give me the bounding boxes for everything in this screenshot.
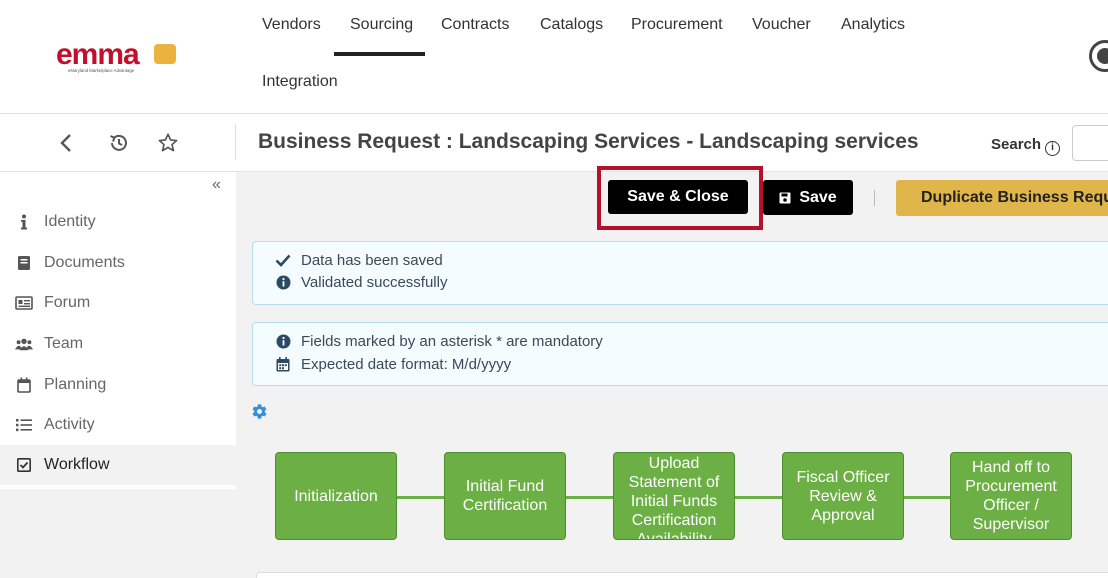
checkbox-icon bbox=[15, 456, 33, 474]
sidebar-item-workflow[interactable]: Workflow bbox=[0, 445, 236, 485]
alert-line: Expected date format: M/d/yyyy bbox=[275, 356, 511, 373]
gear-icon[interactable] bbox=[251, 403, 268, 420]
save-button-label: Save bbox=[799, 188, 837, 206]
workflow-step-initialization[interactable]: Initialization bbox=[275, 452, 397, 540]
sidebar-item-label: Planning bbox=[44, 376, 107, 393]
sidebar-item-label: Identity bbox=[44, 213, 96, 230]
sidebar-item-identity[interactable]: Identity bbox=[0, 202, 236, 242]
back-icon[interactable] bbox=[53, 130, 79, 156]
sidebar-item-forum[interactable]: Forum bbox=[0, 283, 236, 323]
svg-text:eMaryland Marketplace Advantag: eMaryland Marketplace Advantage bbox=[68, 68, 135, 73]
sidebar-item-label: Activity bbox=[44, 416, 95, 433]
book-icon bbox=[15, 254, 33, 272]
sidebar-item-team[interactable]: Team bbox=[0, 324, 236, 364]
accessibility-icon[interactable] bbox=[1089, 40, 1108, 72]
list-icon bbox=[15, 416, 33, 434]
title-bar: Business Request : Landscaping Services … bbox=[0, 114, 1108, 172]
sidebar-item-documents[interactable]: Documents bbox=[0, 243, 236, 283]
save-close-button[interactable]: Save & Close bbox=[608, 180, 748, 214]
title-divider bbox=[235, 124, 236, 160]
alert-line: Fields marked by an asterisk * are manda… bbox=[275, 333, 603, 350]
duplicate-business-request-button[interactable]: Duplicate Business Request bbox=[896, 180, 1108, 216]
search-label: Search i bbox=[991, 136, 1061, 156]
button-separator bbox=[874, 190, 875, 206]
star-icon[interactable] bbox=[155, 130, 181, 156]
sidebar-item-label: Workflow bbox=[44, 456, 110, 473]
page-title: Business Request : Landscaping Services … bbox=[258, 130, 919, 153]
top-header: emma eMaryland Marketplace Advantage Ven… bbox=[0, 0, 1108, 114]
svg-text:emma: emma bbox=[56, 38, 140, 71]
nav-sourcing[interactable]: Sourcing bbox=[350, 16, 413, 34]
bottom-panel bbox=[256, 572, 1108, 578]
workflow-step-upload-statement[interactable]: Upload Statement of Initial Funds Certif… bbox=[613, 452, 735, 540]
workflow-step-fiscal-officer-review[interactable]: Fiscal Officer Review & Approval bbox=[782, 452, 904, 540]
emma-logo[interactable]: emma eMaryland Marketplace Advantage bbox=[56, 38, 178, 74]
nav-catalogs[interactable]: Catalogs bbox=[540, 16, 603, 34]
sidebar: « Identity Documents Forum Team Planning bbox=[0, 172, 236, 489]
nav-integration[interactable]: Integration bbox=[262, 73, 338, 91]
check-icon bbox=[275, 253, 291, 269]
info-circle-icon bbox=[275, 275, 291, 291]
nav-active-indicator bbox=[334, 52, 425, 56]
sidebar-item-planning[interactable]: Planning bbox=[0, 365, 236, 405]
collapse-sidebar-icon[interactable]: « bbox=[212, 176, 221, 194]
save-button[interactable]: Save bbox=[763, 180, 853, 215]
sidebar-item-label: Forum bbox=[44, 294, 91, 311]
alert-line: Data has been saved bbox=[275, 252, 443, 269]
forum-icon bbox=[15, 294, 33, 312]
nav-procurement[interactable]: Procurement bbox=[631, 16, 723, 34]
workflow-step-hand-off[interactable]: Hand off to Procurement Officer / Superv… bbox=[950, 452, 1072, 540]
search-input[interactable] bbox=[1072, 125, 1108, 161]
save-status-alert: Data has been saved Validated successful… bbox=[252, 241, 1108, 305]
nav-contracts[interactable]: Contracts bbox=[441, 16, 509, 34]
calendar-icon bbox=[275, 357, 291, 373]
sidebar-item-label: Documents bbox=[44, 254, 125, 271]
sidebar-item-label: Team bbox=[44, 335, 84, 352]
sidebar-item-activity[interactable]: Activity bbox=[0, 405, 236, 445]
history-icon[interactable] bbox=[106, 130, 132, 156]
team-icon bbox=[15, 335, 33, 353]
info-alert: Fields marked by an asterisk * are manda… bbox=[252, 322, 1108, 386]
nav-analytics[interactable]: Analytics bbox=[841, 16, 905, 34]
alert-line: Validated successfully bbox=[275, 274, 447, 291]
nav-vendors[interactable]: Vendors bbox=[262, 16, 321, 34]
search-info-icon[interactable]: i bbox=[1045, 141, 1061, 156]
floppy-disk-icon bbox=[779, 192, 791, 204]
info-icon bbox=[15, 213, 33, 231]
workflow-step-initial-fund-certification[interactable]: Initial Fund Certification bbox=[444, 452, 566, 540]
calendar-icon bbox=[15, 376, 33, 394]
nav-voucher[interactable]: Voucher bbox=[752, 16, 811, 34]
info-circle-icon bbox=[275, 334, 291, 350]
